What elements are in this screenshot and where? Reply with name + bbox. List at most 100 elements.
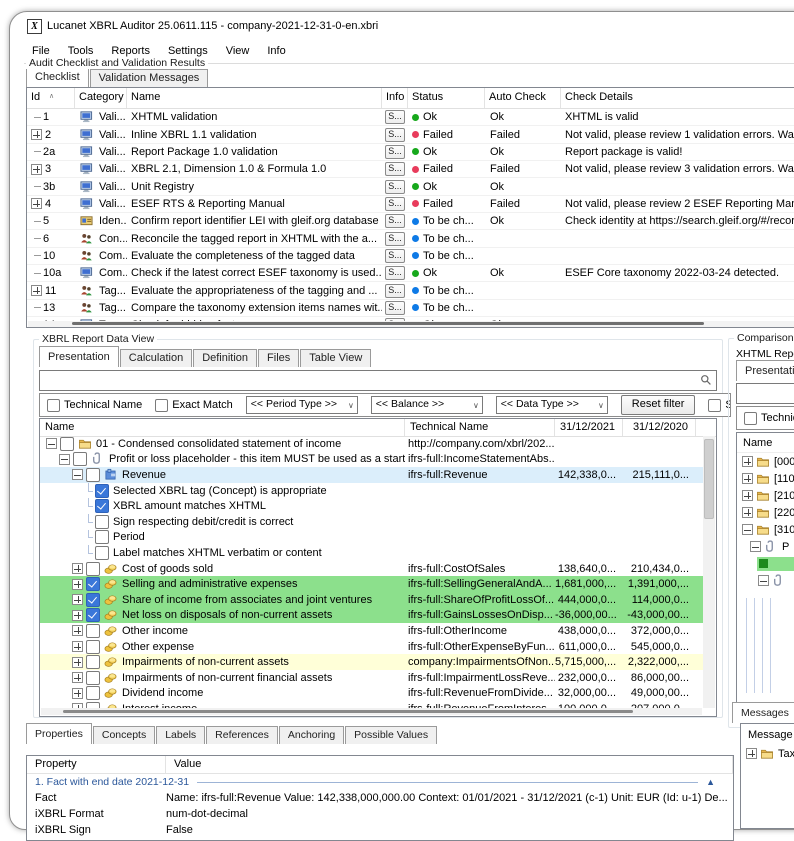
column-header-category[interactable]: Category xyxy=(75,88,127,108)
collapse-minus-icon[interactable] xyxy=(59,454,70,465)
info-button[interactable]: S... xyxy=(385,214,405,228)
message-tree-row[interactable]: Taxo... xyxy=(741,745,794,762)
column-header-auto-check[interactable]: Auto Check xyxy=(485,88,561,108)
tree-row[interactable]: Interest incomeifrs-full:RevenueFromInte… xyxy=(40,701,703,708)
tree-row[interactable]: Revenueifrs-full:Revenue142,338,0...215,… xyxy=(40,467,703,483)
reset-filter-button[interactable]: Reset filter xyxy=(621,395,696,415)
tab-validation-messages[interactable]: Validation Messages xyxy=(90,69,209,87)
menu-reports[interactable]: Reports xyxy=(102,45,159,57)
property-row[interactable]: iXBRL SignFalse xyxy=(27,822,733,838)
report-search-input[interactable] xyxy=(39,370,717,391)
comparison-tree-row[interactable]: [000 xyxy=(737,453,794,470)
tab-presentation[interactable]: Presentation xyxy=(39,346,119,367)
tree-row[interactable]: Other incomeifrs-full:OtherIncome438,000… xyxy=(40,623,703,639)
expand-plus-icon[interactable] xyxy=(742,456,753,467)
tree-row[interactable]: Dividend incomeifrs-full:RevenueFromDivi… xyxy=(40,686,703,702)
tree-row[interactable]: Cost of goods soldifrs-full:CostOfSales1… xyxy=(40,561,703,577)
expand-plus-icon[interactable] xyxy=(72,657,83,668)
tab-definition[interactable]: Definition xyxy=(193,349,257,367)
collapse-minus-icon[interactable] xyxy=(742,524,753,535)
row-checkbox[interactable] xyxy=(86,671,100,685)
tree-row[interactable]: Net loss on disposals of non-current ass… xyxy=(40,608,703,624)
checklist-row[interactable]: 5Iden...Confirm report identifier LEI wi… xyxy=(27,213,794,230)
checklist-hscrollbar[interactable] xyxy=(28,321,794,327)
fact-group-header[interactable]: 1. Fact with end date 2021-12-31 ▲ xyxy=(27,774,733,790)
info-button[interactable]: S... xyxy=(385,128,405,142)
info-button[interactable]: S... xyxy=(385,249,405,263)
expand-plus-icon[interactable] xyxy=(72,672,83,683)
column-header-check-details[interactable]: Check Details xyxy=(561,88,794,108)
info-button[interactable]: S... xyxy=(385,110,405,124)
row-checkbox[interactable] xyxy=(95,499,109,513)
row-checkbox[interactable] xyxy=(95,546,109,560)
tree-row[interactable]: Period xyxy=(40,530,703,546)
row-checkbox[interactable] xyxy=(86,640,100,654)
column-header-id[interactable]: Id∧ xyxy=(27,88,75,108)
tab-concepts[interactable]: Concepts xyxy=(93,726,155,744)
row-checkbox[interactable] xyxy=(95,530,109,544)
column-header-status[interactable]: Status xyxy=(408,88,485,108)
expand-plus-icon[interactable] xyxy=(72,563,83,574)
tree-column-header-1[interactable]: Name xyxy=(40,419,405,436)
comparison-tree-row[interactable]: [210 xyxy=(737,487,794,504)
tab-anchoring[interactable]: Anchoring xyxy=(279,726,344,744)
row-checkbox[interactable] xyxy=(86,624,100,638)
comparison-technical-checkbox[interactable]: Technica xyxy=(744,412,794,425)
info-button[interactable]: S... xyxy=(385,301,405,315)
exact-match-checkbox[interactable]: Exact Match xyxy=(155,399,233,412)
column-header-info[interactable]: Info xyxy=(382,88,408,108)
menu-info[interactable]: Info xyxy=(258,45,294,57)
tree-row[interactable]: Sign respecting debit/credit is correct xyxy=(40,514,703,530)
info-button[interactable]: S... xyxy=(385,180,405,194)
checklist-row[interactable]: 3Vali...XBRL 2.1, Dimension 1.0 & Formul… xyxy=(27,161,794,178)
tab-calculation[interactable]: Calculation xyxy=(120,349,192,367)
tree-row[interactable]: 01 - Condensed consolidated statement of… xyxy=(40,436,703,452)
comparison-tree-row[interactable]: [110 xyxy=(737,470,794,487)
tree-row[interactable]: Share of income from associates and join… xyxy=(40,592,703,608)
collapse-group-icon[interactable]: ▲ xyxy=(706,777,715,787)
expand-plus-icon[interactable] xyxy=(31,198,42,209)
tree-row[interactable]: Profit or loss placeholder - this item M… xyxy=(40,452,703,468)
row-checkbox[interactable] xyxy=(86,686,100,700)
tree-row[interactable]: Impairments of non-current assetscompany… xyxy=(40,654,703,670)
row-checkbox[interactable] xyxy=(73,452,87,466)
comparison-tree-row[interactable] xyxy=(737,572,794,589)
checklist-row[interactable]: 1Vali...XHTML validationS...OkOkXHTML is… xyxy=(27,109,794,126)
row-checkbox[interactable] xyxy=(95,484,109,498)
info-button[interactable]: S... xyxy=(385,145,405,159)
period-type-dropdown[interactable]: << Period Type >> xyxy=(246,396,358,414)
expand-plus-icon[interactable] xyxy=(746,748,757,759)
comparison-search-input[interactable] xyxy=(736,383,794,404)
balance-dropdown[interactable]: << Balance >> xyxy=(371,396,483,414)
info-button[interactable]: S... xyxy=(385,266,405,280)
row-checkbox[interactable] xyxy=(60,437,74,451)
row-checkbox[interactable] xyxy=(86,562,100,576)
expand-plus-icon[interactable] xyxy=(31,129,42,140)
checklist-row[interactable]: 11Tag...Evaluate the appropriateness of … xyxy=(27,282,794,299)
checklist-row[interactable]: 6Con...Reconcile the tagged report in XH… xyxy=(27,230,794,247)
property-row[interactable]: FactName: ifrs-full:Revenue Value: 142,3… xyxy=(27,790,733,806)
info-button[interactable]: S... xyxy=(385,162,405,176)
comparison-tree-row[interactable]: [220 xyxy=(737,504,794,521)
row-checkbox[interactable] xyxy=(95,515,109,529)
tree-column-header-2[interactable]: Technical Name xyxy=(405,419,555,436)
checklist-row[interactable]: 2aVali...Report Package 1.0 validationS.… xyxy=(27,144,794,161)
data-type-dropdown[interactable]: << Data Type >> xyxy=(496,396,608,414)
menu-settings[interactable]: Settings xyxy=(159,45,217,57)
info-button[interactable]: S... xyxy=(385,232,405,246)
expand-plus-icon[interactable] xyxy=(742,507,753,518)
collapse-minus-icon[interactable] xyxy=(46,438,57,449)
expand-plus-icon[interactable] xyxy=(72,579,83,590)
tab-messages[interactable]: Messages xyxy=(732,702,794,723)
tab-files[interactable]: Files xyxy=(258,349,299,367)
tab-presentation-comparison[interactable]: Presentation xyxy=(736,360,794,381)
report-tree-hscrollbar[interactable] xyxy=(41,708,702,715)
menu-tools[interactable]: Tools xyxy=(59,45,103,57)
checklist-row[interactable]: 4Vali...ESEF RTS & Reporting ManualS...F… xyxy=(27,196,794,213)
checklist-row[interactable]: 2Vali...Inline XBRL 1.1 validationS...Fa… xyxy=(27,126,794,143)
tab-table-view[interactable]: Table View xyxy=(300,349,371,367)
row-checkbox[interactable] xyxy=(86,655,100,669)
comparison-tree-row[interactable]: P xyxy=(737,538,794,555)
expand-plus-icon[interactable] xyxy=(742,473,753,484)
expand-plus-icon[interactable] xyxy=(72,610,83,621)
